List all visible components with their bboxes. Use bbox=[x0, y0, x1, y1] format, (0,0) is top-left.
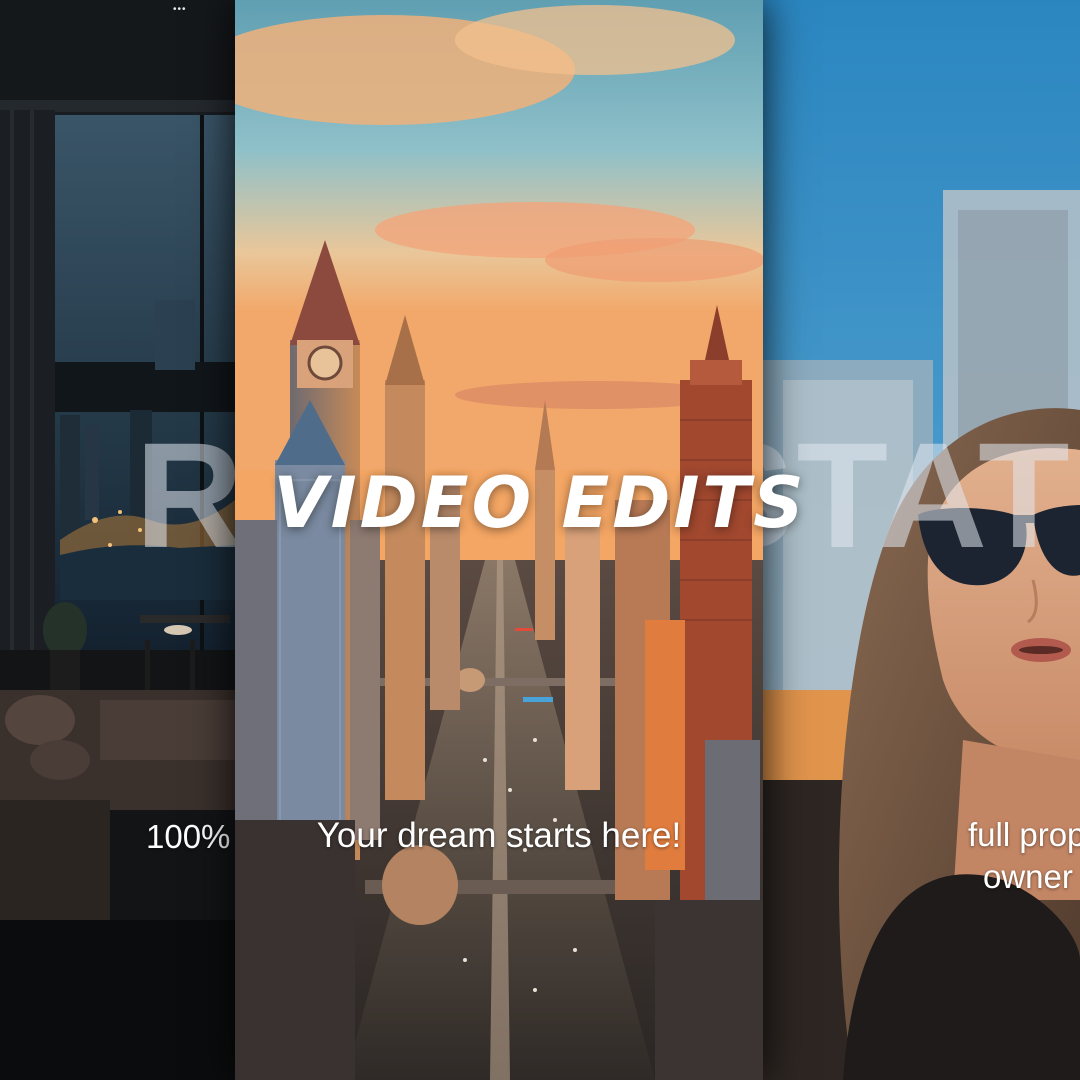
right-panel-caption-line1: full prop bbox=[968, 816, 1080, 853]
top-dots: ••• bbox=[173, 4, 187, 15]
right-panel-caption-line2: owner bbox=[983, 858, 1073, 895]
collage-canvas: 100% Your dream starts here! full prop o… bbox=[0, 0, 1080, 1080]
left-panel-caption: 100% bbox=[146, 818, 231, 855]
middle-panel-caption: Your dream starts here! bbox=[316, 816, 682, 855]
headline-title: VIDEO EDITS bbox=[273, 462, 807, 544]
